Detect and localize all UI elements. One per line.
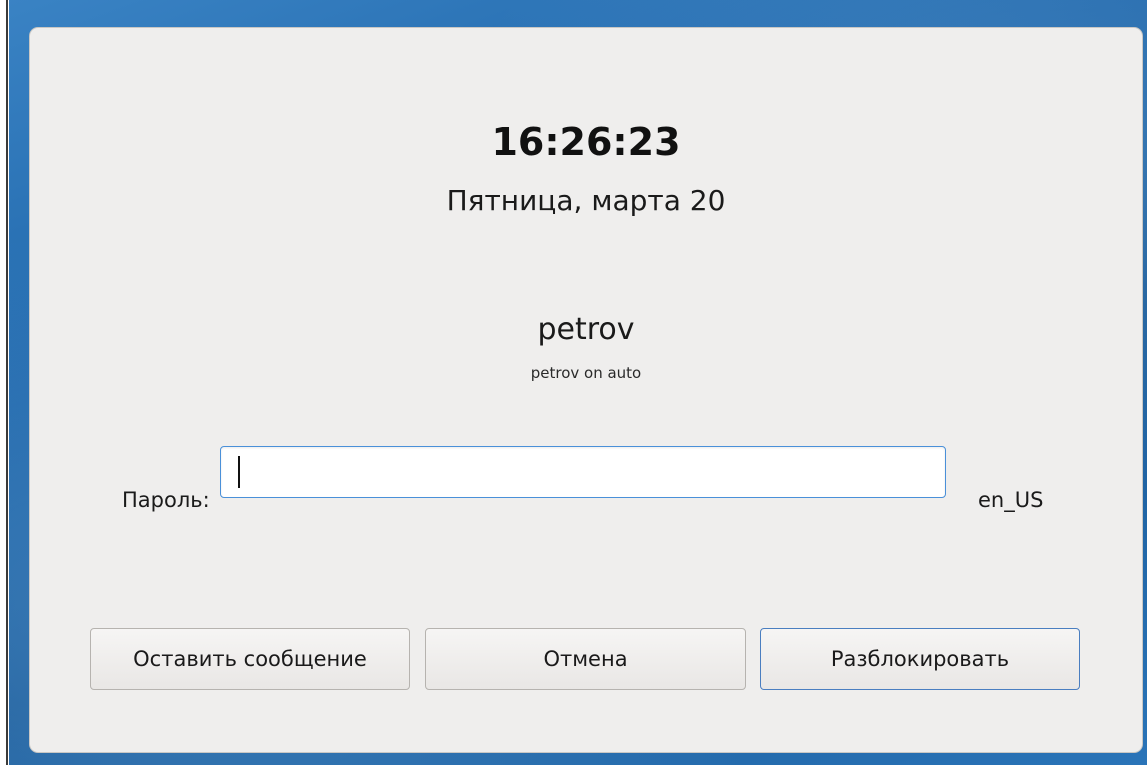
keyboard-locale: en_US xyxy=(978,488,1044,512)
leave-message-button[interactable]: Оставить сообщение xyxy=(90,628,410,690)
password-input[interactable] xyxy=(220,446,946,498)
unlock-button[interactable]: Разблокировать xyxy=(760,628,1080,690)
username: petrov xyxy=(537,312,635,347)
window-edge-line xyxy=(6,0,8,765)
clock-time: 16:26:23 xyxy=(491,120,681,164)
clock-date: Пятница, марта 20 xyxy=(446,184,726,217)
unlock-dialog: 16:26:23 Пятница, марта 20 petrov petrov… xyxy=(30,28,1142,752)
user-host: petrov on auto xyxy=(530,364,642,382)
text-caret xyxy=(238,456,240,488)
password-label: Пароль: xyxy=(122,488,210,512)
cancel-button[interactable]: Отмена xyxy=(425,628,746,690)
